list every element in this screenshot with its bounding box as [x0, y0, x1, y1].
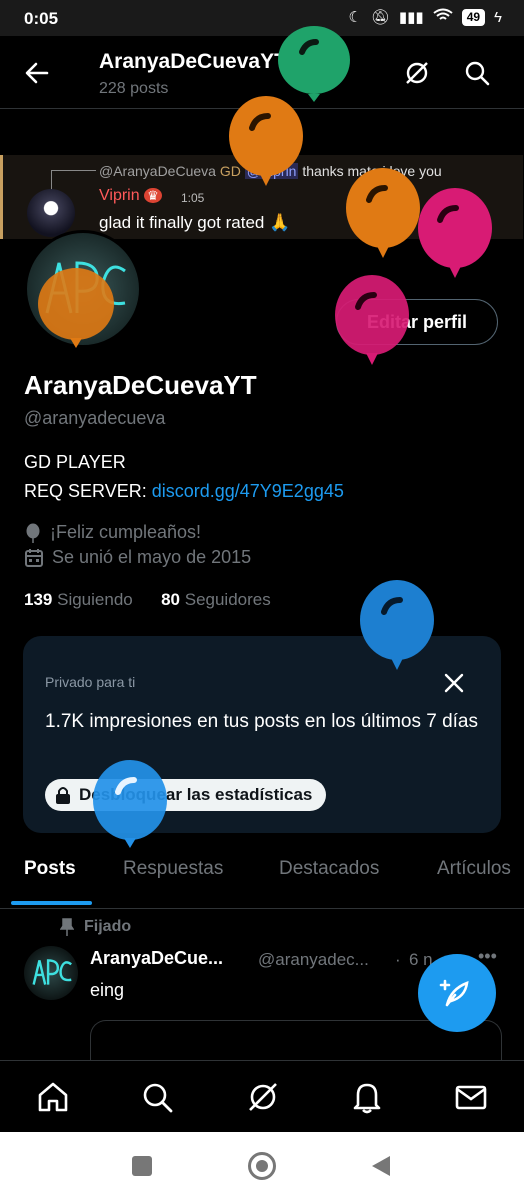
- birthday-row: ¡Feliz cumpleaños!: [24, 522, 201, 543]
- unlock-label: Desbloquear las estadísticas: [79, 785, 313, 804]
- banner-avatar: [27, 189, 75, 237]
- following-count: 139: [24, 590, 53, 609]
- home-system-icon[interactable]: [248, 1152, 276, 1180]
- birthday-text: ¡Feliz cumpleaños!: [50, 522, 202, 542]
- reply-connector: [51, 170, 96, 191]
- followers-count: 80: [161, 590, 180, 609]
- mail-icon[interactable]: [453, 1079, 489, 1115]
- header-post-count: 228 posts: [99, 80, 169, 97]
- joined-row: Se unió el mayo de 2015: [24, 547, 251, 568]
- pinned-label: Fijado: [84, 918, 132, 935]
- status-icons: ☾ 🔕︎ ▮▮▮ 49 ϟ: [348, 8, 502, 26]
- banner-username: Viprin ♛: [99, 187, 162, 205]
- grok-nav-icon[interactable]: [245, 1079, 281, 1115]
- tab-articulos[interactable]: Artículos: [437, 858, 511, 880]
- joined-text: Se unió el mayo de 2015: [52, 547, 252, 567]
- status-time: 0:05: [24, 9, 59, 28]
- stats-card: Privado para ti 1.7K impresiones en tus …: [23, 636, 501, 833]
- compose-button[interactable]: [418, 954, 496, 1032]
- bio-line-2: REQ SERVER: discord.gg/47Y9E2gg45: [24, 481, 344, 502]
- profile-tabs: Posts Respuestas Destacados Artículos: [0, 846, 524, 909]
- top-header: AranyaDeCuevaYT 228 posts: [0, 36, 524, 109]
- tab-destacados[interactable]: Destacados: [279, 858, 379, 880]
- followers-label: Seguidores: [184, 590, 271, 609]
- battery-icon: 49: [461, 8, 486, 26]
- profile-banner: @AranyaDeCueva GD @Viprin thanks mate i …: [0, 155, 523, 239]
- lock-icon: [56, 787, 70, 804]
- banner-message: glad it finally got rated 🙏: [99, 213, 291, 232]
- post-separator: ·: [395, 950, 401, 969]
- apc-logo-icon: [45, 261, 126, 314]
- header-title: AranyaDeCuevaYT: [99, 50, 287, 73]
- recents-icon[interactable]: [132, 1156, 152, 1176]
- balloon-icon: [26, 523, 40, 543]
- profile-avatar[interactable]: [24, 230, 142, 348]
- close-icon[interactable]: [441, 670, 467, 696]
- bio-prefix: REQ SERVER:: [24, 481, 152, 501]
- moon-icon: ☾: [348, 9, 362, 26]
- home-icon[interactable]: [35, 1079, 71, 1115]
- post-text: eing: [90, 980, 125, 1000]
- apc-logo-icon: [32, 959, 72, 985]
- banner-time: 1:05: [181, 191, 205, 205]
- system-nav: [0, 1132, 524, 1200]
- mute-bell-icon: 🔕︎: [370, 9, 390, 26]
- banner-user-text: Viprin: [99, 187, 140, 204]
- post-author-name[interactable]: AranyaDeCue...: [90, 948, 223, 969]
- user-handle: @aranyadecueva: [24, 408, 166, 428]
- banner-reply-text: thanks mate i love you: [302, 163, 442, 179]
- bell-icon[interactable]: [349, 1079, 385, 1115]
- search-icon[interactable]: [462, 58, 492, 88]
- display-name: AranyaDeCuevaYT: [24, 370, 257, 400]
- banner-reply-line: @AranyaDeCueva GD @Viprin thanks mate i …: [99, 163, 442, 179]
- banner-reply-user: @AranyaDeCueva: [99, 163, 216, 179]
- unlock-stats-button[interactable]: Desbloquear las estadísticas: [45, 779, 327, 811]
- following-link[interactable]: 139 Siguiendo: [24, 590, 133, 609]
- tab-posts[interactable]: Posts: [24, 858, 76, 880]
- banner-reply-mention: @Viprin: [244, 163, 299, 179]
- grok-icon[interactable]: [402, 58, 432, 88]
- search-nav-icon[interactable]: [139, 1079, 175, 1115]
- card-title: 1.7K impresiones en tus posts en los últ…: [45, 711, 479, 732]
- following-label: Siguiendo: [57, 590, 133, 609]
- charging-icon: ϟ: [494, 8, 502, 26]
- follow-stats: 139 Siguiendo 80 Seguidores: [24, 590, 271, 610]
- edit-profile-button[interactable]: Editar perfil: [336, 299, 498, 345]
- card-private-label: Privado para ti: [45, 674, 136, 690]
- banner-reply-badge: GD: [219, 163, 241, 179]
- compose-feather-icon: [439, 979, 469, 1007]
- pinned-row: Fijado: [60, 918, 131, 936]
- followers-link[interactable]: 80 Seguidores: [161, 590, 271, 609]
- wifi-icon: [433, 8, 453, 26]
- post-avatar[interactable]: [24, 946, 78, 1000]
- signal-icon: ▮▮▮: [398, 9, 424, 26]
- calendar-icon: [25, 548, 43, 567]
- bottom-nav: [0, 1060, 524, 1133]
- tab-respuestas[interactable]: Respuestas: [123, 858, 223, 880]
- back-system-icon[interactable]: [370, 1154, 392, 1183]
- bio-line-1: GD PLAYER: [24, 452, 126, 472]
- post-author-handle: @aranyadec...: [258, 950, 369, 969]
- back-arrow-icon[interactable]: [22, 58, 52, 88]
- active-tab-indicator: [11, 901, 92, 905]
- status-bar: 0:05 ☾ 🔕︎ ▮▮▮ 49 ϟ: [0, 0, 524, 36]
- crown-icon: ♛: [144, 188, 162, 203]
- pin-icon: [60, 918, 74, 936]
- bio-link[interactable]: discord.gg/47Y9E2gg45: [152, 481, 344, 501]
